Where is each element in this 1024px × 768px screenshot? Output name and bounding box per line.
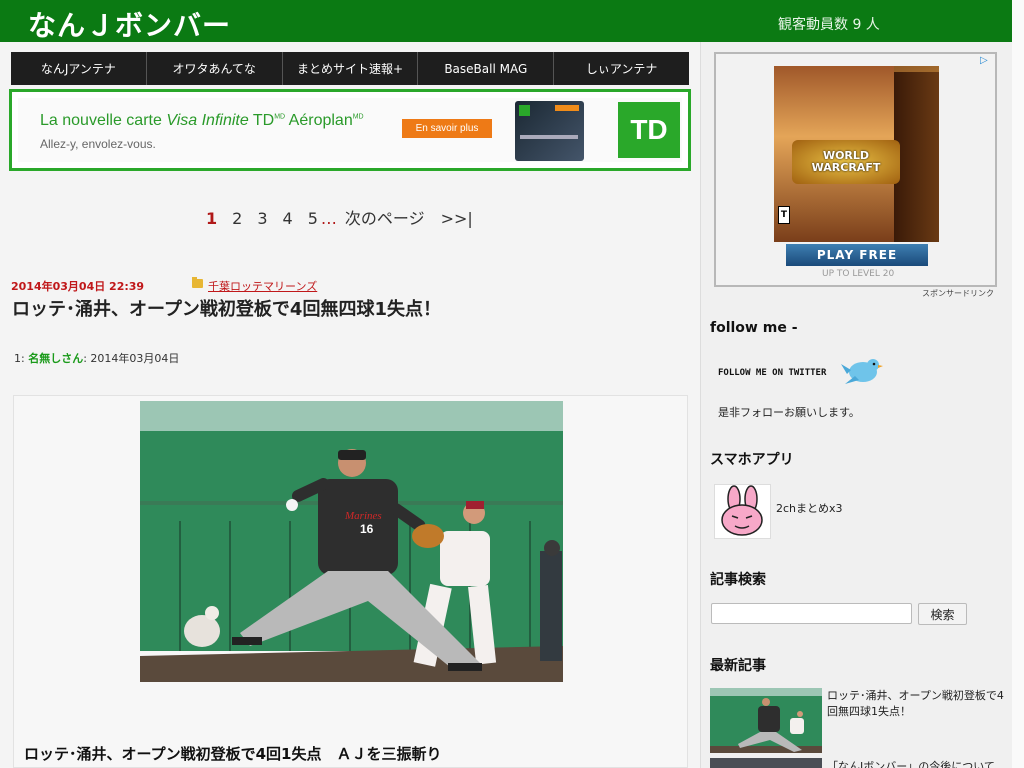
recent-thumbnail[interactable] (710, 688, 822, 753)
app-link[interactable]: 2chまとめx3 (776, 500, 843, 516)
banner-ad-title-pre: La nouvelle carte (40, 112, 167, 129)
main-column: なんJアンテナ オワタあんてな まとめサイト速報+ BaseBall MAG し… (0, 42, 700, 768)
site-title[interactable]: なんＪボンバー (28, 4, 231, 44)
game-box-side (894, 72, 939, 242)
sponsored-link-label: スポンサードリンク (922, 289, 994, 298)
pitcher-photo: Marines 16 (140, 401, 563, 682)
post-header: 1: 名無しさん: 2014年03月04日 (14, 350, 179, 366)
sidebar: ▷ WORLD WARCRAFT T PLAY FREE UP TO LEVEL… (700, 42, 1012, 768)
nav-item-baseball-mag[interactable]: BaseBall MAG (418, 52, 555, 85)
banner-ad-title-td: TD (248, 112, 275, 129)
td-logo: TD (618, 102, 680, 158)
recent-post-link[interactable]: ロッテ･涌井、オープン戦初登板で4回無四球1失点！ (827, 688, 1007, 720)
follow-note: 是非フォローお願いします。 (718, 406, 860, 419)
card-stripe (555, 105, 579, 111)
adchoices-icon[interactable]: ▷ (980, 55, 993, 67)
rabbit-app-icon[interactable] (714, 484, 771, 539)
game-box-image: WORLD WARCRAFT T (774, 66, 939, 242)
banner-ad-sup2: MD (352, 113, 364, 121)
nav-item-nanj-antenna[interactable]: なんJアンテナ (11, 52, 147, 85)
banner-ad-title: La nouvelle carte Visa Infinite TDMD Aér… (40, 112, 364, 130)
esrb-rating-icon: T (778, 206, 790, 224)
play-free-button[interactable]: PLAY FREE (786, 244, 928, 266)
svg-text:16: 16 (360, 522, 374, 536)
visitor-count: 観客動員数 9 人 (778, 17, 880, 33)
banner-ad-inner: La nouvelle carte Visa Infinite TDMD Aér… (18, 98, 682, 162)
last-page-link[interactable]: >>| (441, 209, 473, 228)
app-heading: スマホアプリ (710, 452, 794, 468)
article-title[interactable]: ロッテ･涌井、オープン戦初登板で4回無四球1失点！ (12, 295, 441, 321)
banner-ad-subtitle: Allez-y, envolez-vous. (40, 137, 156, 151)
nav-item-shii-antenna[interactable]: しぃアンテナ (554, 52, 689, 85)
recent-heading: 最新記事 (710, 658, 766, 674)
twitter-bird-icon[interactable] (841, 354, 883, 390)
site-header: なんＪボンバー 観客動員数 9 人 (0, 0, 1012, 42)
page-ellipsis: … (320, 209, 337, 228)
banner-ad[interactable]: La nouvelle carte Visa Infinite TDMD Aér… (9, 89, 691, 171)
search-input[interactable] (711, 603, 912, 624)
page-link-4[interactable]: 4 (283, 209, 293, 228)
next-page-link[interactable]: 次のページ (345, 205, 425, 229)
post-author: 名無しさん (28, 352, 84, 365)
nav-item-owata-antenna[interactable]: オワタあんてな (147, 52, 283, 85)
article-headline: ロッテ･涌井、オープン戦初登板で4回1失点 ＡＪを三振斬り (24, 745, 442, 763)
game-ad[interactable]: ▷ WORLD WARCRAFT T PLAY FREE UP TO LEVEL… (714, 52, 997, 287)
follow-heading: follow me - (710, 320, 798, 336)
card-number (520, 135, 578, 139)
twitter-follow-link[interactable]: FOLLOW ME ON TWITTER (718, 368, 826, 378)
banner-ad-sup1: MD (274, 113, 286, 121)
page-link-3[interactable]: 3 (257, 209, 267, 228)
card-logo (519, 105, 530, 116)
search-heading: 記事検索 (710, 572, 766, 588)
category-link[interactable]: 千葉ロッテマリーンズ (208, 278, 317, 294)
post-number: 1: (14, 352, 25, 365)
game-logo-line2: WARCRAFT (811, 161, 881, 174)
page-edge (1012, 0, 1024, 768)
folder-icon (192, 277, 203, 288)
page-link-2[interactable]: 2 (232, 209, 242, 228)
ad-caption: UP TO LEVEL 20 (822, 269, 895, 279)
post-author-date: : 2014年03月04日 (83, 352, 180, 365)
recent-post-link-2[interactable]: 「なんJボンバー」の今後について (827, 758, 995, 768)
page-link-1[interactable]: 1 (206, 209, 217, 228)
post-date: 2014年03月04日 22:39 (11, 280, 145, 293)
article-body: Marines 16 ロッテ･涌井、オープン戦初登板で4回1失点 ＡＪを三振斬り (13, 395, 688, 768)
antenna-nav: なんJアンテナ オワタあんてな まとめサイト速報+ BaseBall MAG し… (11, 52, 689, 85)
search-button[interactable]: 検索 (918, 603, 967, 625)
credit-card-image (515, 101, 584, 161)
banner-ad-title-post: Aéroplan (285, 112, 353, 129)
banner-ad-title-italic: Visa Infinite (166, 112, 249, 129)
page-link-5[interactable]: 5 (308, 209, 318, 228)
svg-text:Marines: Marines (344, 510, 382, 522)
nav-item-matome-sokuho[interactable]: まとめサイト速報+ (283, 52, 419, 85)
game-logo: WORLD WARCRAFT (792, 140, 900, 184)
learn-more-button[interactable]: En savoir plus (402, 119, 492, 138)
pagination: 1 2 3 4 5 … 次のページ >>| (206, 205, 488, 229)
recent-thumbnail-2[interactable] (710, 758, 822, 768)
